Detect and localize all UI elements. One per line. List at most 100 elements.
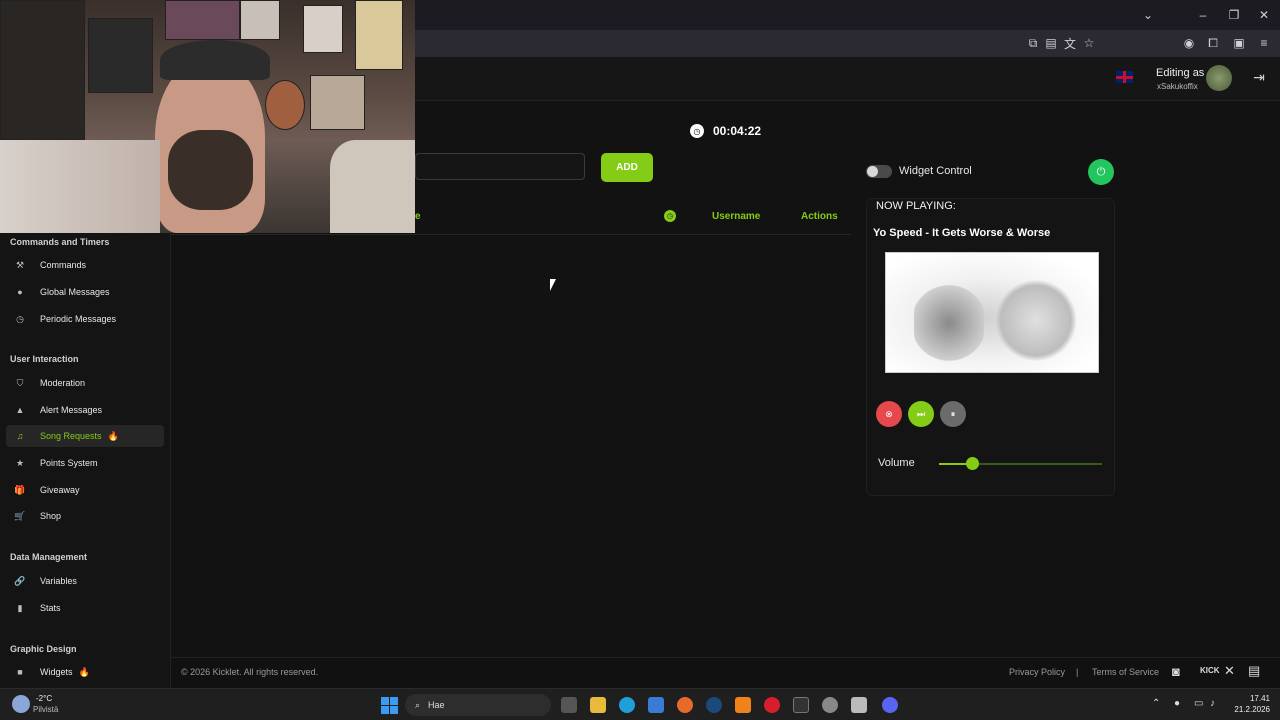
search-icon: ⌕: [415, 699, 421, 710]
sidebar-section-commands: Commands and Timers: [10, 237, 110, 247]
microphone-icon[interactable]: ●: [1174, 698, 1180, 709]
song-request-input[interactable]: [415, 153, 585, 180]
clock-icon: ◷: [690, 124, 704, 138]
sidebar-item-shop[interactable]: 🛒 Shop: [6, 505, 164, 527]
cart-icon: 🛒: [14, 510, 26, 521]
tab-list-chevron-icon[interactable]: ⌄: [1135, 5, 1161, 25]
sidebar-item-label: Global Messages: [40, 287, 110, 297]
link-icon: 🔗: [14, 575, 26, 586]
sidebar-item-stats[interactable]: ▮ Stats: [6, 597, 164, 619]
restore-button[interactable]: ❐: [1221, 5, 1247, 25]
column-header-actions: Actions: [801, 211, 838, 222]
privacy-policy-link[interactable]: Privacy Policy: [1009, 667, 1065, 677]
document-icon[interactable]: ▤: [1248, 663, 1260, 679]
windows-taskbar: -2°C Pilvistä ⌕ Hae ⌃ ● ▭ ♪ 17.41 21.2.20…: [0, 688, 1280, 720]
taskbar-search[interactable]: ⌕ Hae: [405, 694, 551, 716]
star-icon: ★: [15, 457, 25, 468]
power-button[interactable]: ⏻: [1088, 159, 1114, 185]
track-title: Yo Speed - It Gets Worse & Worse: [873, 227, 1051, 239]
volume-icon[interactable]: ♪: [1210, 698, 1215, 709]
task-view-icon[interactable]: [561, 697, 577, 713]
chat-bubble-icon: ●: [17, 287, 23, 297]
pause-button[interactable]: ⏸: [940, 401, 966, 427]
obs-icon[interactable]: [851, 697, 867, 713]
music-note-icon: ♫: [16, 431, 24, 441]
logout-icon[interactable]: ⇥: [1246, 67, 1272, 87]
sidebar-item-label: Commands: [40, 260, 87, 270]
sidebar-item-variables[interactable]: 🔗 Variables: [6, 570, 164, 592]
volume-slider-track[interactable]: [939, 457, 1102, 470]
now-playing-label: NOW PLAYING:: [876, 200, 956, 212]
firefox-icon[interactable]: [677, 697, 693, 713]
opera-icon[interactable]: [764, 697, 780, 713]
x-twitter-icon[interactable]: ✕: [1224, 663, 1235, 679]
uk-flag-icon[interactable]: [1116, 71, 1133, 83]
clock-time: 17.41: [1249, 694, 1270, 703]
stop-button[interactable]: ⊗: [876, 401, 902, 427]
extensions-icon[interactable]: ⧠: [1200, 33, 1226, 53]
minimize-button[interactable]: –: [1190, 5, 1216, 25]
terms-of-service-link[interactable]: Terms of Service: [1092, 667, 1159, 677]
fire-icon: 🔥: [107, 430, 119, 441]
volume-slider-thumb[interactable]: [965, 457, 979, 470]
extension-badge-icon[interactable]: ▣: [1226, 33, 1252, 53]
avatar[interactable]: [1206, 65, 1232, 91]
gift-icon: 🎁: [14, 484, 26, 495]
sidebar-item-label: Song Requests: [40, 431, 102, 441]
sidebar-item-label: Widgets: [40, 667, 73, 677]
edge-icon[interactable]: [619, 697, 635, 713]
sidebar-item-giveaway[interactable]: 🎁 Giveaway: [6, 479, 164, 501]
sidebar-section-data-management: Data Management: [10, 552, 88, 562]
menu-icon[interactable]: ≡: [1251, 33, 1277, 53]
search-text: Hae: [428, 700, 445, 710]
mouse-cursor-icon: [550, 279, 556, 291]
hammer-icon: ⚒: [15, 259, 25, 270]
store-icon[interactable]: [648, 697, 664, 713]
network-icon[interactable]: ▭: [1194, 698, 1203, 709]
column-header-partial: e: [415, 211, 421, 222]
footer-separator: |: [1076, 667, 1079, 677]
sidebar-item-song-requests[interactable]: ♫ Song Requests 🔥: [6, 425, 164, 447]
skip-button[interactable]: ⏭: [908, 401, 934, 427]
kick-icon[interactable]: KICK: [1200, 666, 1220, 675]
account-icon[interactable]: ◉: [1176, 33, 1202, 53]
discord-app-icon[interactable]: [882, 697, 898, 713]
sidebar-item-label: Alert Messages: [40, 405, 103, 415]
sidebar-item-label: Periodic Messages: [40, 314, 117, 324]
terminal-icon[interactable]: [793, 697, 809, 713]
column-header-username: Username: [712, 211, 761, 222]
clock-date: 21.2.2026: [1234, 705, 1270, 714]
sidebar-item-global-messages[interactable]: ● Global Messages: [6, 281, 164, 303]
copyright-text: © 2026 Kicklet. All rights reserved.: [181, 667, 319, 677]
bookmark-star-icon[interactable]: ☆: [1076, 33, 1102, 53]
sidebar-item-commands[interactable]: ⚒ Commands: [6, 254, 164, 276]
sidebar-item-moderation[interactable]: ⛉ Moderation: [6, 372, 164, 394]
now-playing-panel: NOW PLAYING: Yo Speed - It Gets Worse & …: [866, 198, 1115, 496]
sidebar-section-graphic-design: Graphic Design: [10, 644, 77, 654]
sidebar-item-widgets[interactable]: ■ Widgets 🔥: [6, 661, 164, 683]
editing-as-label: Editing as: [1156, 67, 1205, 79]
weather-icon[interactable]: [12, 695, 30, 713]
widget-control-toggle[interactable]: [866, 165, 892, 178]
page-footer: © 2026 Kicklet. All rights reserved. Pri…: [171, 657, 1280, 688]
webcam-overlay: [0, 0, 415, 233]
sidebar-item-label: Stats: [40, 603, 61, 613]
table-divider: [171, 234, 851, 235]
settings-app-icon[interactable]: [822, 697, 838, 713]
discord-icon[interactable]: ◙: [1172, 664, 1180, 679]
sidebar-item-points-system[interactable]: ★ Points System: [6, 452, 164, 474]
video-icon: ■: [17, 667, 23, 677]
sidebar-item-alert-messages[interactable]: ▲ Alert Messages: [6, 399, 164, 421]
sidebar-section-user-interaction: User Interaction: [10, 354, 79, 364]
steam-icon[interactable]: [706, 697, 722, 713]
sidebar-item-periodic-messages[interactable]: ◷ Periodic Messages: [6, 308, 164, 330]
windows-start-icon[interactable]: [381, 697, 398, 714]
weather-desc: Pilvistä: [33, 705, 59, 714]
tray-chevron-icon[interactable]: ⌃: [1152, 698, 1160, 709]
vlc-icon[interactable]: [735, 697, 751, 713]
file-explorer-icon[interactable]: [590, 697, 606, 713]
warning-triangle-icon: ▲: [15, 405, 25, 415]
add-button[interactable]: ADD: [601, 153, 653, 182]
sidebar-item-label: Shop: [40, 511, 62, 521]
close-window-button[interactable]: ✕: [1251, 5, 1277, 25]
